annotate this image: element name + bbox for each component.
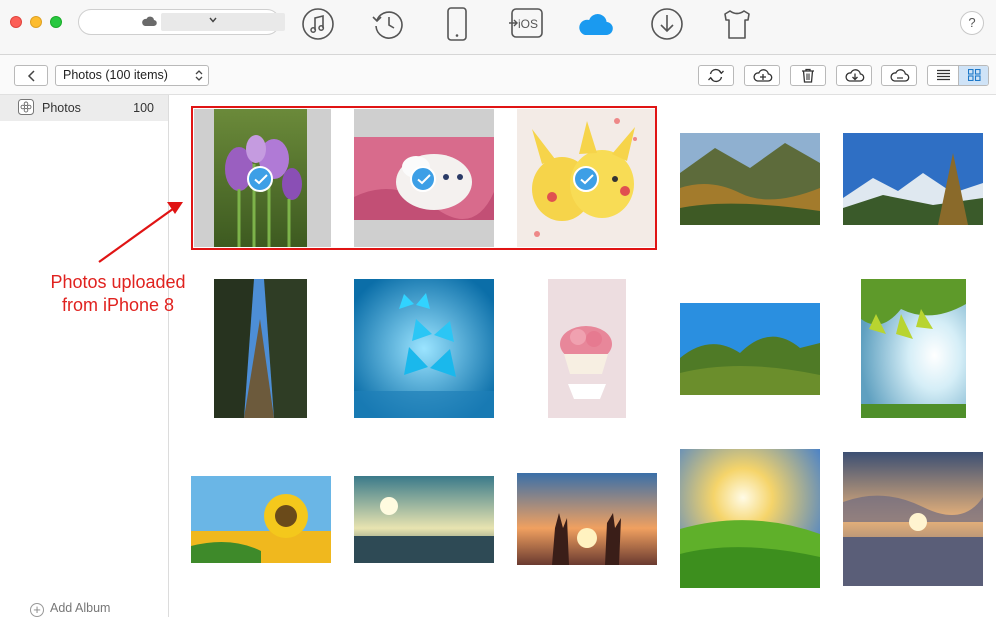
trash-icon [802, 68, 814, 83]
content-toolbar: Photos (100 items) [0, 55, 996, 95]
photo-thumbnail[interactable] [680, 303, 820, 395]
back-button[interactable] [14, 65, 48, 86]
zoom-window-button[interactable] [50, 16, 62, 28]
photo-butterflies-image [354, 279, 494, 418]
photo-snow-mountains-image [843, 133, 983, 225]
annotation-line-2: from iPhone 8 [61, 295, 175, 315]
annotation-line-1: Photos uploaded [50, 272, 186, 292]
photo-thumbnail[interactable] [548, 279, 626, 418]
photo-thumbnail[interactable] [354, 279, 494, 418]
download-from-cloud-icon [845, 69, 865, 82]
album-selector[interactable]: Photos (100 items) [55, 65, 209, 86]
add-album-label: Add Album [50, 601, 111, 615]
chevron-down-icon [209, 14, 217, 26]
photo-thumbnail[interactable] [843, 452, 983, 586]
album-selector-label: Photos (100 items) [63, 68, 168, 82]
list-icon [937, 69, 950, 81]
photo-thumbnail[interactable] [191, 476, 331, 563]
sidebar-item-photos[interactable]: Photos 100 [0, 95, 168, 121]
sidebar: Photos 100 + Add Album [0, 95, 169, 617]
delete-button[interactable] [790, 65, 826, 86]
history-icon[interactable] [368, 4, 408, 44]
music-icon[interactable] [298, 4, 338, 44]
photo-tall-trees-image [214, 279, 307, 418]
selection-highlight-box [191, 106, 657, 250]
photo-autumn-valley-image [680, 133, 820, 225]
photo-hands-sunset-image [517, 473, 657, 565]
sidebar-item-label: Photos [42, 101, 81, 115]
photo-cupcake-image [548, 279, 626, 418]
plus-circle-icon: + [30, 603, 44, 617]
upload-to-cloud-icon [753, 69, 773, 82]
chevron-left-icon [27, 70, 35, 82]
icloud-icon[interactable] [576, 4, 616, 44]
tshirt-icon[interactable] [717, 4, 757, 44]
title-toolbar: iOS ? [0, 0, 996, 55]
cloud-icon [141, 15, 157, 30]
photo-thumbnail[interactable] [861, 279, 966, 418]
list-view-button[interactable] [928, 66, 959, 85]
photo-thumbnail[interactable] [680, 449, 820, 588]
download-icon[interactable] [647, 4, 687, 44]
grid-icon [968, 69, 981, 81]
iphone-icon[interactable] [437, 4, 477, 44]
photo-thumbnail[interactable] [517, 473, 657, 565]
photo-sunny-grass-image [680, 449, 820, 588]
refresh-icon [708, 68, 724, 83]
photos-flower-icon [18, 99, 34, 118]
photo-sun-leaves-image [861, 279, 966, 418]
device-name [161, 13, 285, 31]
add-album-button[interactable]: + Add Album [30, 601, 110, 617]
download-from-cloud-button[interactable] [836, 65, 872, 86]
grid-view-button[interactable] [959, 66, 988, 85]
help-button[interactable]: ? [960, 11, 984, 35]
icloud-transfer-button[interactable] [881, 65, 917, 86]
photo-sea-sunset-image [354, 476, 494, 563]
annotation-text: Photos uploaded from iPhone 8 [30, 271, 206, 317]
to-ios-icon[interactable]: iOS [506, 4, 546, 44]
device-selector[interactable] [78, 9, 285, 35]
icloud-transfer-icon [890, 69, 910, 82]
photo-sunflower-image [191, 476, 331, 563]
minimize-window-button[interactable] [30, 16, 42, 28]
annotation-arrow-icon [98, 202, 183, 263]
photo-thumbnail[interactable] [843, 133, 983, 225]
upload-to-cloud-button[interactable] [744, 65, 780, 86]
close-window-button[interactable] [10, 16, 22, 28]
sidebar-item-count: 100 [133, 101, 154, 115]
updown-chevron-icon [195, 70, 203, 81]
view-mode-toggle [927, 65, 989, 86]
photo-sunset-clouds-image [843, 452, 983, 586]
photo-thumbnail[interactable] [214, 279, 307, 418]
refresh-button[interactable] [698, 65, 734, 86]
photo-thumbnail[interactable] [354, 476, 494, 563]
photo-thumbnail[interactable] [680, 133, 820, 225]
ios-label: iOS [518, 17, 538, 31]
photo-green-trees-image [680, 303, 820, 395]
